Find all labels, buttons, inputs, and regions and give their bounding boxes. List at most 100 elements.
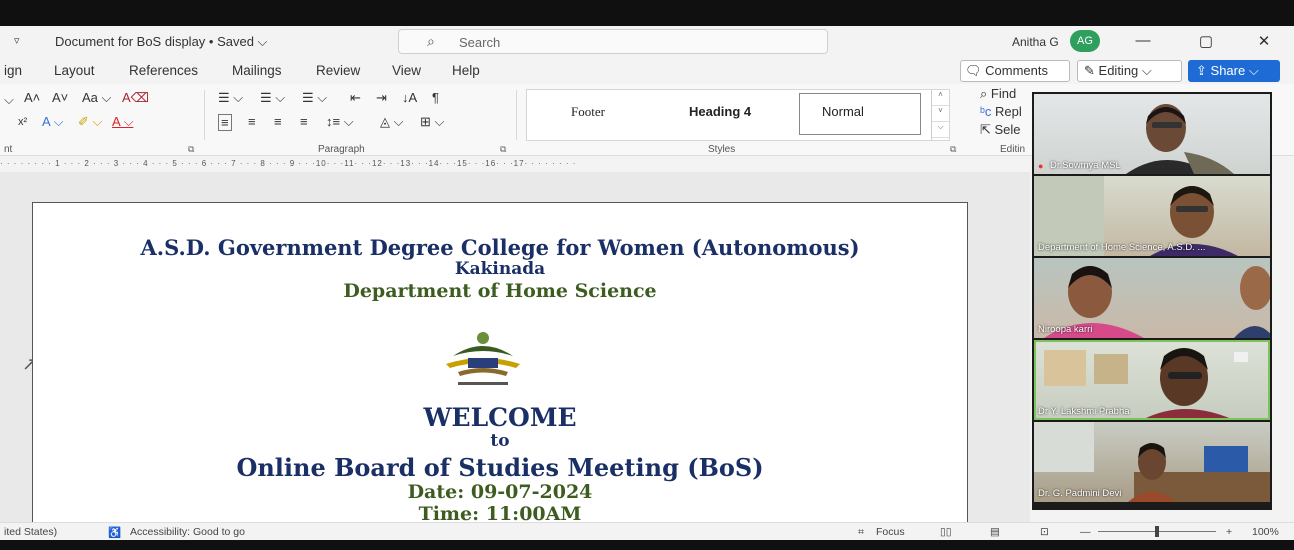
participant-tile[interactable]: Department of Home Science, A.S.D. ... <box>1034 176 1270 256</box>
paragraph-dialog-launcher-icon[interactable]: ⧉ <box>500 144 506 155</box>
document-canvas[interactable]: ↗ A.S.D. Government Degree College for W… <box>0 172 1030 522</box>
style-heading-4[interactable]: Heading 4 <box>689 104 751 119</box>
grow-font-icon[interactable]: A˄ <box>24 90 40 105</box>
focus-icon: ⌗ <box>858 526 864 538</box>
editing-label: Editing <box>1098 63 1139 78</box>
accessibility-status[interactable]: Accessibility: Good to go <box>130 526 245 538</box>
shading-icon[interactable]: ◬ ⌵ <box>380 114 403 130</box>
superscript-icon[interactable]: x² <box>18 116 27 128</box>
restore-button[interactable]: ▢ <box>1196 32 1216 50</box>
justify-icon[interactable]: ≡ <box>300 114 308 129</box>
participant-tile[interactable]: ● Dr.Sowmya MSL <box>1034 94 1270 174</box>
decrease-indent-icon[interactable]: ⇤ <box>350 90 361 106</box>
replace-button[interactable]: ᵇc Repl <box>980 104 1022 119</box>
zoom-in-button[interactable]: + <box>1226 526 1232 538</box>
quick-access-dropdown[interactable]: ▿ <box>14 34 20 47</box>
sort-icon[interactable]: ↓A <box>402 90 417 105</box>
language-status[interactable]: ited States) <box>4 526 57 538</box>
tab-mailings[interactable]: Mailings <box>232 63 282 78</box>
font-group-label: nt <box>4 144 13 155</box>
welcome-heading: WELCOME <box>423 403 577 432</box>
shrink-font-icon[interactable]: A˅ <box>52 90 68 105</box>
multilevel-list-icon[interactable]: ☰ ⌵ <box>302 90 327 106</box>
font-dialog-launcher-icon[interactable]: ⧉ <box>188 144 194 155</box>
tab-review[interactable]: Review <box>316 63 360 78</box>
comments-label: Comments <box>985 63 1048 78</box>
read-mode-icon[interactable]: ▯▯ <box>940 526 952 538</box>
styles-dialog-launcher-icon[interactable]: ⧉ <box>950 144 956 155</box>
search-input[interactable]: ⌕ Search <box>398 29 828 54</box>
chevron-down-icon: ⌵ <box>1248 63 1259 78</box>
zoom-slider-thumb[interactable] <box>1155 526 1159 537</box>
borders-icon[interactable]: ⊞ ⌵ <box>420 114 444 130</box>
zoom-level[interactable]: 100% <box>1252 526 1279 538</box>
text-effects-icon[interactable]: A ⌵ <box>42 114 63 130</box>
tab-layout[interactable]: Layout <box>54 63 95 78</box>
share-button[interactable]: ⇪ Share ⌵ <box>1188 60 1280 82</box>
font-size-dropdown[interactable]: ⌵ <box>4 92 14 108</box>
highlight-icon[interactable]: ✐ ⌵ <box>78 114 102 130</box>
document-title[interactable]: Document for BoS display • Saved ⌵ <box>55 34 267 50</box>
participant-tile[interactable]: Niroopa karri <box>1034 258 1270 338</box>
college-logo <box>446 332 520 385</box>
ribbon-tabs: ign Layout References Mailings Review Vi… <box>0 60 1294 84</box>
avatar[interactable]: AG <box>1070 30 1100 52</box>
find-label: Find <box>990 86 1017 101</box>
editing-mode-button[interactable]: ✎ Editing ⌵ <box>1077 60 1182 82</box>
participant-tile-active-speaker[interactable]: Dr Y. Lakshmi Prabha <box>1034 340 1270 420</box>
meeting-heading: Online Board of Studies Meeting (BoS) <box>236 453 764 482</box>
participant-name: Niroopa karri <box>1038 324 1093 335</box>
web-layout-icon[interactable]: ⊡ <box>1040 526 1049 538</box>
select-label: Sele <box>994 122 1021 137</box>
city-heading: Kakinada <box>454 259 546 279</box>
find-button[interactable]: ⌕ Find <box>980 86 1016 102</box>
status-bar: ited States) ♿ Accessibility: Good to go… <box>0 522 1294 540</box>
zoom-out-button[interactable]: — <box>1080 526 1091 538</box>
styles-group-label: Styles <box>708 144 736 155</box>
tab-help[interactable]: Help <box>452 63 480 78</box>
share-icon: ⇪ <box>1196 63 1207 78</box>
line-spacing-icon[interactable]: ↕≡ ⌵ <box>326 114 354 130</box>
select-button[interactable]: ⇱ Sele <box>980 122 1021 138</box>
participant-tile[interactable]: Dr. G. Padmini Devi <box>1034 422 1270 502</box>
document-page[interactable]: A.S.D. Government Degree College for Wom… <box>32 202 968 522</box>
scroll-up-icon[interactable]: ˄ <box>932 90 949 106</box>
share-label: Share <box>1210 63 1246 78</box>
video-participants-panel: ● Dr.Sowmya MSL Department of Home Scien… <box>1032 92 1272 510</box>
tab-design[interactable]: ign <box>4 63 22 78</box>
comments-button[interactable]: 🗨 Comments <box>960 60 1070 82</box>
font-color-icon[interactable]: A ⌵ <box>112 114 133 130</box>
clear-formatting-icon[interactable]: A⌫ <box>122 90 149 106</box>
scroll-down-icon[interactable]: ˅ <box>932 106 949 122</box>
ruler[interactable]: · · · · · · · · 1 · · · 2 · · · 3 · · · … <box>0 156 1030 172</box>
more-styles-icon[interactable]: ⌵ <box>932 122 949 138</box>
change-case-icon[interactable]: Aa ⌵ <box>82 90 111 106</box>
meeting-date: Date: 09-07-2024 <box>407 481 593 503</box>
increase-indent-icon[interactable]: ⇥ <box>376 90 387 106</box>
to-text: to <box>490 431 510 451</box>
align-right-icon[interactable]: ≡ <box>274 114 282 129</box>
style-normal-selected[interactable]: Normal <box>799 93 921 135</box>
chevron-down-icon: ⌵ <box>1141 63 1152 78</box>
muted-mic-icon: ● <box>1038 161 1044 171</box>
title-bar: ▿ Document for BoS display • Saved ⌵ ⌕ S… <box>0 26 1294 58</box>
show-formatting-icon[interactable]: ¶ <box>432 90 439 105</box>
search-placeholder: Search <box>459 35 501 50</box>
close-button[interactable]: ✕ <box>1254 32 1274 50</box>
user-name[interactable]: Anitha G <box>1012 35 1059 49</box>
print-layout-icon[interactable]: ▤ <box>990 526 1000 538</box>
minimize-button[interactable]: — <box>1133 32 1153 49</box>
styles-scroll[interactable]: ˄ ˅ ⌵ <box>931 90 949 140</box>
pencil-icon: ✎ <box>1084 63 1095 78</box>
style-footer[interactable]: Footer <box>571 104 605 120</box>
align-left-icon[interactable]: ≡ <box>218 114 232 131</box>
numbering-icon[interactable]: ☰ ⌵ <box>260 90 285 106</box>
college-heading: A.S.D. Government Degree College for Wom… <box>140 235 860 260</box>
bullets-icon[interactable]: ☰ ⌵ <box>218 90 243 106</box>
tab-view[interactable]: View <box>392 63 421 78</box>
department-heading: Department of Home Science <box>343 280 657 302</box>
screen-bottom-bar <box>0 540 1294 550</box>
focus-button[interactable]: Focus <box>876 526 905 538</box>
tab-references[interactable]: References <box>129 63 198 78</box>
align-center-icon[interactable]: ≡ <box>248 114 256 129</box>
